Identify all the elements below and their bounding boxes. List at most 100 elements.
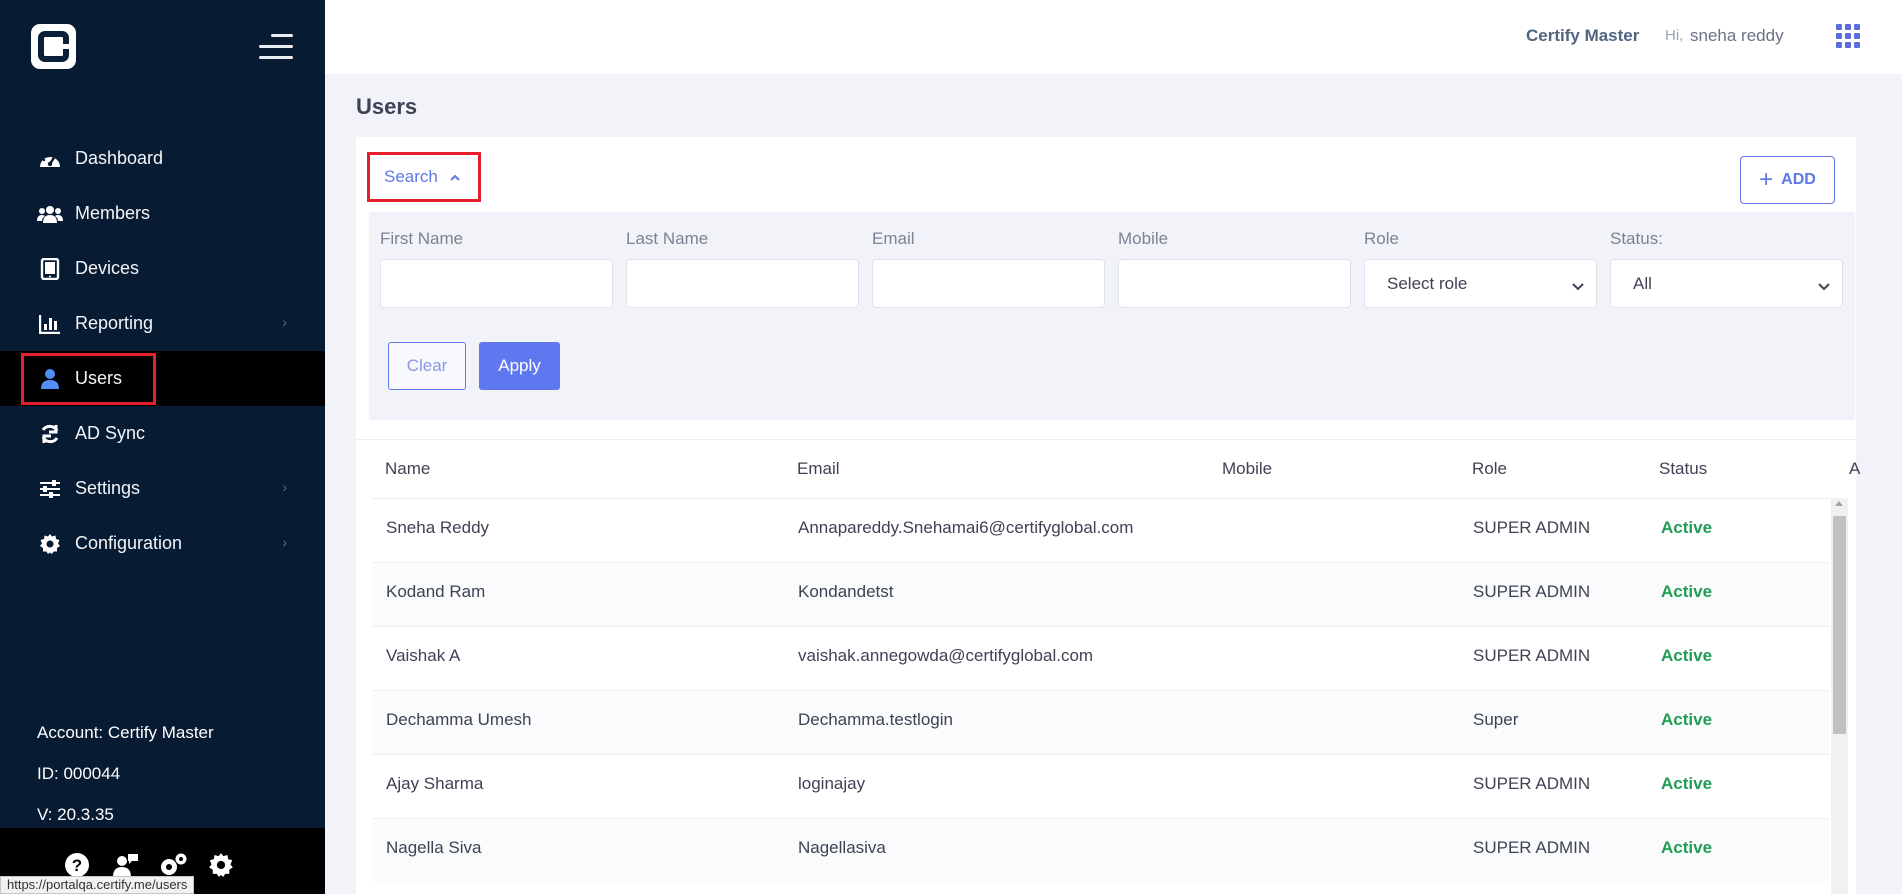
- scrollbar-thumb[interactable]: [1833, 516, 1846, 734]
- table-row[interactable]: Kodand Ram Kondandetst SUPER ADMIN Activ…: [372, 562, 1829, 626]
- plus-icon: +: [1759, 166, 1774, 193]
- apps-grid-icon[interactable]: [1836, 24, 1860, 48]
- sidebar-item-settings[interactable]: Settings ›: [0, 461, 325, 516]
- role-select-value: Select role: [1387, 273, 1468, 293]
- cell-status: Active: [1661, 582, 1713, 601]
- cell-email: vaishak.annegowda@certifyglobal.com: [798, 646, 1094, 665]
- chevron-down-icon: [1572, 276, 1584, 296]
- search-toggle[interactable]: Search: [367, 152, 481, 202]
- sidebar-item-label: Reporting: [75, 313, 154, 333]
- cell-name: Ajay Sharma: [386, 774, 484, 793]
- table-row[interactable]: Sneha Reddy Annapareddy.Snehamai6@certif…: [372, 498, 1829, 562]
- cell-status: Active: [1661, 838, 1713, 857]
- cell-role: SUPER ADMIN: [1473, 582, 1591, 601]
- devices-icon: [37, 257, 63, 281]
- sidebar-item-label: Devices: [75, 258, 140, 278]
- svg-text:?: ?: [72, 856, 82, 875]
- sliders-icon: [37, 477, 63, 501]
- table-scrollbar[interactable]: [1831, 498, 1848, 894]
- certify-logo[interactable]: [31, 24, 76, 69]
- sidebar-item-configuration[interactable]: Configuration ›: [0, 516, 325, 571]
- cell-status: Active: [1661, 518, 1713, 537]
- gear-icon[interactable]: [206, 850, 236, 880]
- account-info: Account: Certify Master ID: 000044 V: 20…: [37, 712, 214, 835]
- reporting-icon: [37, 312, 63, 336]
- add-user-button[interactable]: + ADD: [1740, 156, 1835, 204]
- table-row[interactable]: Ajay Sharma loginajay SUPER ADMIN Active: [372, 754, 1829, 818]
- column-header-email[interactable]: Email: [797, 459, 840, 479]
- apply-button[interactable]: Apply: [479, 342, 560, 390]
- dashboard-icon: [37, 147, 63, 171]
- cell-name: Vaishak A: [386, 646, 461, 665]
- status-select-value: All: [1633, 273, 1652, 293]
- sidebar-item-label: Members: [75, 203, 151, 223]
- sidebar-nav: Dashboard Members Devices Reporting › Us…: [0, 131, 325, 571]
- add-button-label: ADD: [1781, 171, 1816, 188]
- clear-button[interactable]: Clear: [388, 342, 466, 390]
- account-name: Account: Certify Master: [37, 723, 214, 742]
- brand-name: Certify Master: [1526, 26, 1640, 45]
- table-row[interactable]: Dechamma Umesh Dechamma.testlogin Super …: [372, 690, 1829, 754]
- table-row[interactable]: Vaishak A vaishak.annegowda@certifygloba…: [372, 626, 1829, 690]
- user-name[interactable]: sneha reddy: [1690, 26, 1784, 46]
- filter-label: Mobile: [1118, 229, 1169, 248]
- role-select[interactable]: Select role: [1364, 259, 1597, 308]
- cell-status: Active: [1661, 710, 1713, 729]
- filter-label: Last Name: [626, 229, 709, 248]
- status-select[interactable]: All: [1610, 259, 1843, 308]
- sidebar-item-label: AD Sync: [75, 423, 146, 443]
- cell-role: Super: [1473, 710, 1519, 729]
- filter-label: Email: [872, 229, 915, 248]
- column-header-role[interactable]: Role: [1472, 459, 1507, 479]
- active-highlight-box: [21, 353, 156, 405]
- top-header: Certify Master Hi, sneha reddy: [325, 0, 1902, 74]
- cell-email: Annapareddy.Snehamai6@certifyglobal.com: [798, 518, 1134, 537]
- table-header: Name Email Mobile Role Status: [356, 442, 1856, 492]
- last-name-input[interactable]: [626, 259, 859, 308]
- cell-status: Active: [1661, 774, 1713, 793]
- cell-role: SUPER ADMIN: [1473, 774, 1591, 793]
- cell-name: Nagella Siva: [386, 838, 482, 857]
- gear-icon: [37, 532, 63, 556]
- filter-label: Status:: [1610, 229, 1663, 248]
- chevron-right-icon: ›: [282, 534, 287, 550]
- scroll-up-arrow-icon[interactable]: [1835, 501, 1843, 506]
- sidebar-item-ad-sync[interactable]: AD Sync: [0, 406, 325, 461]
- sync-icon: [37, 422, 63, 446]
- chevron-right-icon: ›: [282, 314, 287, 330]
- cell-role: SUPER ADMIN: [1473, 518, 1591, 537]
- sidebar-item-users[interactable]: Users: [0, 351, 325, 406]
- filter-label: Role: [1364, 229, 1399, 248]
- first-name-input[interactable]: [380, 259, 613, 308]
- column-header-mobile[interactable]: Mobile: [1222, 459, 1272, 479]
- sidebar-item-members[interactable]: Members: [0, 186, 325, 241]
- greeting: Hi,: [1665, 27, 1684, 44]
- search-filter-panel: First Name Last Name Email Mobile Role S…: [369, 212, 1855, 420]
- sidebar: Dashboard Members Devices Reporting › Us…: [0, 0, 325, 894]
- menu-toggle-icon[interactable]: [259, 34, 293, 60]
- chevron-down-icon: [1818, 276, 1830, 296]
- cell-name: Sneha Reddy: [386, 518, 490, 537]
- cell-status: Active: [1661, 646, 1713, 665]
- sidebar-item-dashboard[interactable]: Dashboard: [0, 131, 325, 186]
- search-toggle-label: Search: [384, 167, 438, 186]
- chevron-up-icon: [450, 170, 460, 184]
- account-id: ID: 000044: [37, 764, 121, 783]
- cell-email: Kondandetst: [798, 582, 894, 601]
- cell-name: Dechamma Umesh: [386, 710, 532, 729]
- email-input[interactable]: [872, 259, 1105, 308]
- sidebar-item-label: Dashboard: [75, 148, 164, 168]
- column-header-status[interactable]: Status: [1659, 459, 1707, 479]
- cell-email: loginajay: [798, 774, 866, 793]
- browser-status-url: https://portalqa.certify.me/users: [0, 876, 195, 894]
- column-header-name[interactable]: Name: [385, 459, 430, 479]
- cell-role: SUPER ADMIN: [1473, 838, 1591, 857]
- users-table-body: Sneha Reddy Annapareddy.Snehamai6@certif…: [372, 498, 1829, 882]
- table-row[interactable]: Nagella Siva Nagellasiva SUPER ADMIN Act…: [372, 818, 1829, 882]
- sidebar-item-label: Configuration: [75, 533, 183, 553]
- members-icon: [37, 202, 63, 226]
- mobile-input[interactable]: [1118, 259, 1351, 308]
- cell-role: SUPER ADMIN: [1473, 646, 1591, 665]
- sidebar-item-devices[interactable]: Devices: [0, 241, 325, 296]
- sidebar-item-reporting[interactable]: Reporting ›: [0, 296, 325, 351]
